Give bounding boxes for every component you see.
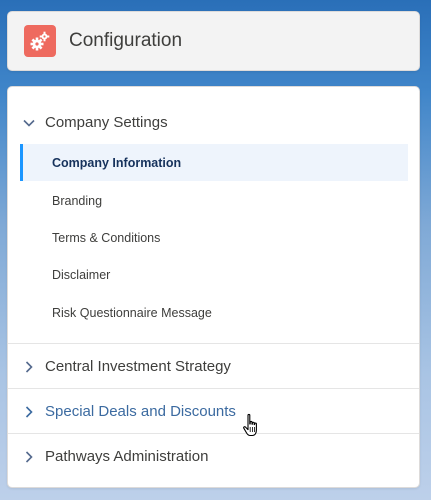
page-title: Configuration (69, 30, 183, 51)
section-label: Central Investment Strategy (45, 358, 231, 375)
nav-item-label: Risk Questionnaire Message (52, 305, 212, 320)
chevron-right-icon (22, 405, 36, 419)
section-label: Pathways Administration (45, 448, 209, 465)
nav-item-label: Branding (52, 193, 103, 208)
nav-item-risk-questionnaire-message[interactable]: Risk Questionnaire Message (20, 294, 408, 331)
nav-item-label: Company Information (52, 155, 182, 170)
section-label: Special Deals and Discounts (45, 403, 236, 420)
chevron-down-icon (22, 116, 36, 130)
section-pathways-administration[interactable]: Pathways Administration (8, 434, 419, 479)
section-special-deals-and-discounts[interactable]: Special Deals and Discounts (8, 389, 419, 434)
nav-item-branding[interactable]: Branding (20, 182, 408, 219)
nav-item-label: Terms & Conditions (52, 230, 161, 245)
hand-pointer-cursor-icon (243, 413, 257, 437)
page-header: Configuration (7, 11, 420, 71)
section-central-investment-strategy[interactable]: Central Investment Strategy (8, 344, 419, 389)
chevron-right-icon (22, 360, 36, 374)
section-label: Company Settings (45, 114, 168, 131)
chevron-right-icon (22, 450, 36, 464)
section-company-settings[interactable]: Company Settings (8, 100, 419, 145)
gears-icon (24, 25, 56, 57)
nav-item-disclaimer[interactable]: Disclaimer (20, 256, 408, 293)
configuration-nav: Company Settings Company Information Bra… (7, 86, 420, 488)
nav-item-terms-conditions[interactable]: Terms & Conditions (20, 219, 408, 256)
nav-item-company-information[interactable]: Company Information (20, 144, 408, 181)
nav-item-label: Disclaimer (52, 267, 111, 282)
